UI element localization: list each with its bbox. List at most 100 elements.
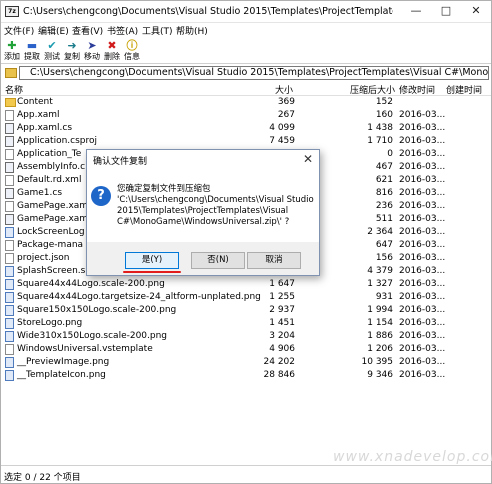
dialog-message-line: C#\MonoGame\WindowsUniversal.zip\' ? xyxy=(117,217,290,227)
file-modified: 2016-03... xyxy=(399,240,446,250)
file-name: WindowsUniversal.vstemplate xyxy=(17,344,153,354)
delete-x-icon: ✖ xyxy=(107,39,117,52)
file-row[interactable]: App.xaml 267 160 2016-03... xyxy=(1,109,491,122)
dialog-close-icon[interactable]: ✕ xyxy=(303,152,313,166)
file-name: Package-mana xyxy=(17,240,84,250)
yes-button[interactable]: 是(Y) xyxy=(125,252,179,269)
folder-icon xyxy=(5,98,16,107)
watermark-text: www.xnadevelop.com xyxy=(333,449,492,465)
confirm-copy-dialog: 确认文件复制 ✕ ? 您确定复制文件到压缩包 'C:\Users\chengco… xyxy=(86,149,320,276)
image-file-icon xyxy=(5,331,14,342)
file-modified: 2016-03... xyxy=(399,149,446,159)
file-row[interactable]: Wide310x150Logo.scale-200.png 3 204 1 886 2… xyxy=(1,330,491,343)
file-modified: 2016-03... xyxy=(399,292,446,302)
file-modified: 2016-03... xyxy=(399,344,446,354)
column-size[interactable]: 大小 xyxy=(275,83,293,96)
file-modified: 2016-03... xyxy=(399,253,446,263)
file-name: Game1.cs xyxy=(17,188,63,198)
file-row[interactable]: Square44x44Logo.targetsize-24_altform-un… xyxy=(1,291,491,304)
menu-bar: 文件(F) 编辑(E) 查看(V) 书签(A) 工具(T) 帮助(H) xyxy=(1,23,491,38)
file-row[interactable]: Square150x150Logo.scale-200.png 2 937 1 99… xyxy=(1,304,491,317)
move-label: 移动 xyxy=(84,52,100,61)
menu-view[interactable]: 查看(V) xyxy=(72,24,103,37)
cancel-button[interactable]: 取消 xyxy=(247,252,301,269)
file-row[interactable]: Application.csproj 7 459 1 710 2016-03... xyxy=(1,135,491,148)
file-packed-size: 816 xyxy=(375,188,393,198)
file-icon xyxy=(5,110,14,121)
file-size: 267 xyxy=(277,110,295,120)
image-file-icon xyxy=(5,266,14,277)
file-modified: 2016-03... xyxy=(399,227,446,237)
file-modified: 2016-03... xyxy=(399,266,446,276)
file-packed-size: 1 886 xyxy=(367,331,393,341)
file-size: 2 937 xyxy=(269,305,295,315)
file-row[interactable]: Content 369 152 xyxy=(1,96,491,109)
file-modified: 2016-03... xyxy=(399,110,446,120)
column-modified[interactable]: 修改时间 xyxy=(399,83,435,96)
file-icon xyxy=(5,201,14,212)
menu-bookmarks[interactable]: 书签(A) xyxy=(107,24,138,37)
file-row[interactable]: WindowsUniversal.vstemplate 4 906 1 206 201… xyxy=(1,343,491,356)
close-button[interactable]: ✕ xyxy=(461,1,491,23)
file-packed-size: 621 xyxy=(375,175,393,185)
test-button[interactable]: ✔ 测试 xyxy=(42,39,62,63)
column-created[interactable]: 创建时间 xyxy=(446,83,482,96)
maximize-button[interactable]: □ xyxy=(431,1,461,23)
file-icon xyxy=(5,240,14,251)
file-row[interactable]: __PreviewImage.png 24 202 10 395 2016-03... xyxy=(1,356,491,369)
dialog-message-line: 'C:\Users\chengcong\Documents\Visual Stu… xyxy=(117,195,314,205)
file-name: Application.csproj xyxy=(17,136,98,146)
file-packed-size: 467 xyxy=(375,162,393,172)
file-packed-size: 160 xyxy=(375,110,393,120)
file-modified: 2016-03... xyxy=(399,370,446,380)
no-button[interactable]: 否(N) xyxy=(191,252,245,269)
file-icon xyxy=(5,253,14,264)
file-row[interactable]: __TemplateIcon.png 28 846 9 346 2016-03... xyxy=(1,369,491,382)
path-input[interactable]: C:\Users\chengcong\Documents\Visual Stud… xyxy=(19,66,489,80)
file-packed-size: 1 710 xyxy=(367,136,393,146)
file-name: Content xyxy=(17,97,53,107)
plus-icon: ✚ xyxy=(7,39,17,52)
copy-button[interactable]: ➜ 复制 xyxy=(62,39,82,63)
file-name: App.xaml.cs xyxy=(17,123,73,133)
info-button[interactable]: ⓘ 信息 xyxy=(122,39,142,63)
file-row[interactable]: StoreLogo.png 1 451 1 154 2016-03... xyxy=(1,317,491,330)
image-file-icon xyxy=(5,292,14,303)
file-packed-size: 1 438 xyxy=(367,123,393,133)
file-row[interactable]: App.xaml.cs 4 099 1 438 2016-03... xyxy=(1,122,491,135)
file-modified: 2016-03... xyxy=(399,175,446,185)
file-size: 1 255 xyxy=(269,292,295,302)
file-name: __TemplateIcon.png xyxy=(17,370,106,380)
file-row[interactable]: Square44x44Logo.scale-200.png 1 647 1 327 2… xyxy=(1,278,491,291)
file-modified: 2016-03... xyxy=(399,123,446,133)
file-name: Square44x44Logo.targetsize-24_altform-un… xyxy=(17,292,261,302)
extract-button[interactable]: ▬ 提取 xyxy=(22,39,42,63)
delete-button[interactable]: ✖ 删除 xyxy=(102,39,122,63)
file-packed-size: 9 346 xyxy=(367,370,393,380)
file-name: AssemblyInfo.c xyxy=(17,162,86,172)
file-packed-size: 0 xyxy=(387,149,393,159)
minimize-button[interactable]: — xyxy=(401,1,431,23)
path-bar: C:\Users\chengcong\Documents\Visual Stud… xyxy=(1,65,491,81)
menu-tools[interactable]: 工具(T) xyxy=(142,24,173,37)
move-button[interactable]: ➤ 移动 xyxy=(82,39,102,63)
file-packed-size: 931 xyxy=(375,292,393,302)
menu-edit[interactable]: 编辑(E) xyxy=(38,24,69,37)
menu-help[interactable]: 帮助(H) xyxy=(176,24,208,37)
file-icon xyxy=(5,214,14,225)
highlight-underline xyxy=(123,271,181,273)
menu-file[interactable]: 文件(F) xyxy=(4,24,34,37)
column-packed-size[interactable]: 压缩后大小 xyxy=(350,83,395,96)
file-modified: 2016-03... xyxy=(399,279,446,289)
file-size: 1 451 xyxy=(269,318,295,328)
file-packed-size: 647 xyxy=(375,240,393,250)
test-label: 测试 xyxy=(44,52,60,61)
check-icon: ✔ xyxy=(47,39,57,52)
move-arrow-icon: ➤ xyxy=(87,39,97,52)
add-button[interactable]: ✚ 添加 xyxy=(2,39,22,63)
file-icon xyxy=(5,123,14,134)
column-name[interactable]: 名称 xyxy=(5,83,23,96)
file-size: 1 647 xyxy=(269,279,295,289)
image-file-icon xyxy=(5,370,14,381)
copy-label: 复制 xyxy=(64,52,80,61)
